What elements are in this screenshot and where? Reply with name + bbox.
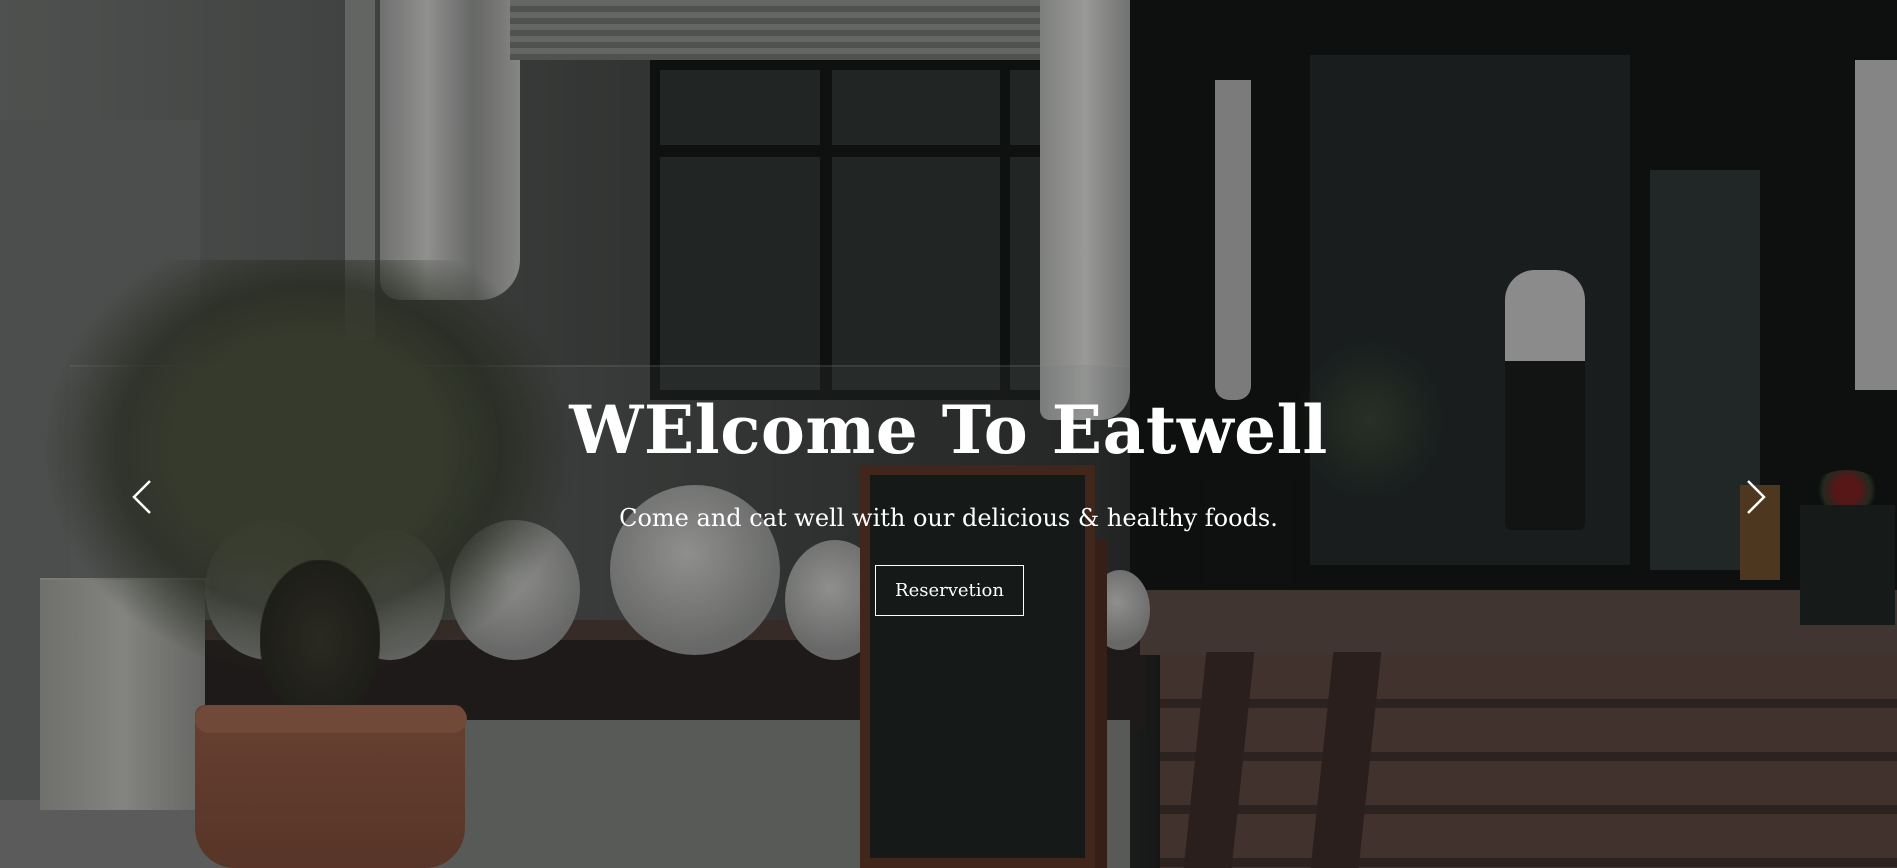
hero-subtitle: Come and cat well with our delicious & h… — [619, 504, 1278, 532]
chevron-right-icon — [1745, 478, 1767, 516]
hero-slider: WElcome To Eatwell Come and cat well wit… — [0, 0, 1897, 868]
carousel-next-button[interactable] — [1736, 477, 1776, 517]
hero-content: WElcome To Eatwell Come and cat well wit… — [0, 0, 1897, 868]
reservation-button[interactable]: Reservetion — [875, 565, 1024, 616]
hero-title: WElcome To Eatwell — [569, 391, 1328, 469]
